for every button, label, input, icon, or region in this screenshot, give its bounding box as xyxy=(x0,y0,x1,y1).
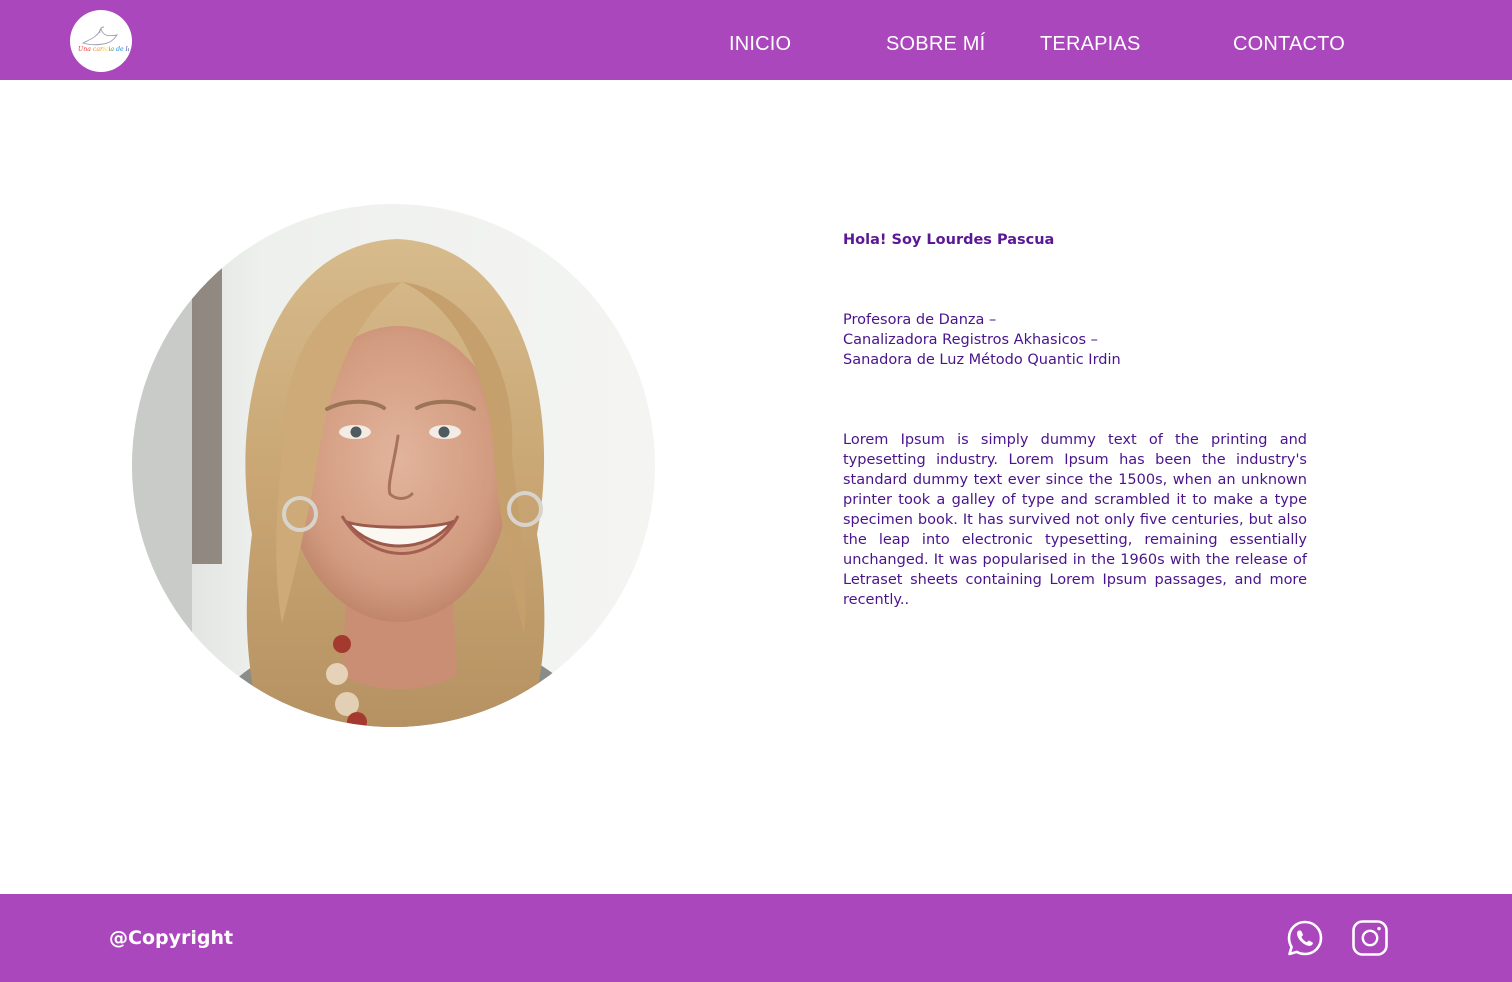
whatsapp-icon xyxy=(1287,920,1323,956)
instagram-link[interactable] xyxy=(1351,919,1389,957)
nav-sobre-mi[interactable]: SOBRE MÍ xyxy=(886,31,985,57)
nav-contacto[interactable]: CONTACTO xyxy=(1233,31,1345,57)
profile-photo xyxy=(132,204,655,727)
role-line: Profesora de Danza – xyxy=(843,312,997,328)
nav-terapias[interactable]: TERAPIAS xyxy=(1040,31,1141,57)
copyright-text: @Copyright xyxy=(109,927,234,949)
whatsapp-link[interactable] xyxy=(1286,919,1324,957)
header-bar: Una caricia de la luz INICIO SOBRE MÍ TE… xyxy=(0,0,1512,80)
svg-text:Una caricia de la luz: Una caricia de la luz xyxy=(78,46,129,53)
role-line: Canalizadora Registros Akhasicos – xyxy=(843,332,1098,348)
greeting-heading: Hola! Soy Lourdes Pascua xyxy=(843,232,1055,248)
footer-bar: @Copyright xyxy=(0,894,1512,982)
role-line: Sanadora de Luz Método Quantic Irdin xyxy=(843,352,1121,368)
bio-paragraph: Lorem Ipsum is simply dummy text of the … xyxy=(843,432,1307,608)
instagram-icon xyxy=(1352,920,1388,956)
logo-icon: Una caricia de la luz xyxy=(78,26,129,53)
portrait-image xyxy=(132,204,655,727)
about-section: Hola! Soy Lourdes Pascua Profesora de Da… xyxy=(843,230,1307,610)
roles-list: Profesora de Danza – Canalizadora Regist… xyxy=(843,310,1307,370)
page: Una caricia de la luz INICIO SOBRE MÍ TE… xyxy=(0,0,1512,982)
nav-inicio[interactable]: INICIO xyxy=(729,31,791,57)
site-logo[interactable]: Una caricia de la luz xyxy=(70,10,132,72)
